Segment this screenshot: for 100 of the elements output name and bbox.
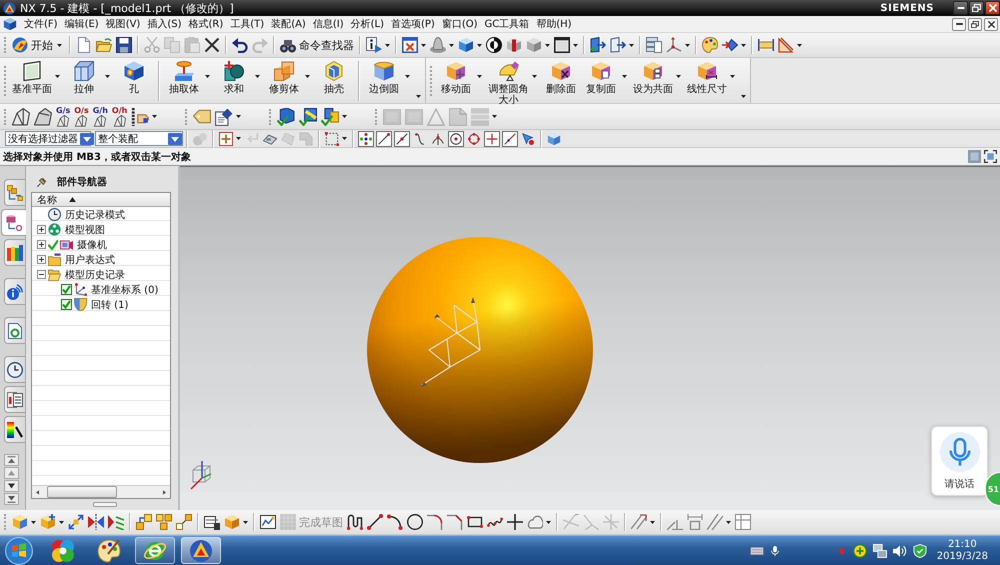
constraint-icon[interactable]: [631, 514, 647, 530]
scroll-top-icon[interactable]: [4, 454, 19, 466]
shell-button[interactable]: 抽壳: [314, 58, 354, 102]
dimension-icon[interactable]: [687, 514, 703, 530]
undo-icon[interactable]: [232, 37, 248, 53]
network-icon[interactable]: [872, 544, 887, 558]
caret-icon[interactable]: [532, 75, 537, 78]
caret-icon[interactable]: [385, 44, 390, 46]
folder-icon[interactable]: [96, 37, 112, 53]
move-face-button[interactable]: 移动面: [436, 58, 476, 102]
clock-time[interactable]: 21:10: [948, 538, 977, 550]
caret-icon[interactable]: [55, 75, 60, 78]
cube-plus-icon[interactable]: [40, 514, 56, 530]
pattern-icon[interactable]: [108, 514, 124, 530]
restore-button[interactable]: [968, 18, 982, 30]
cube-icon[interactable]: [3, 17, 17, 31]
layers-icon[interactable]: [646, 37, 662, 53]
caret-icon[interactable]: [741, 44, 746, 46]
blocks-icon[interactable]: [136, 514, 152, 530]
fit-window-icon[interactable]: [402, 37, 418, 53]
taskbar-button[interactable]: [135, 537, 175, 564]
column-header[interactable]: 名称: [32, 193, 170, 207]
datum-plane-button[interactable]: 基准平面: [10, 58, 54, 102]
circle-icon[interactable]: [407, 514, 423, 530]
info-icon[interactable]: [366, 37, 382, 53]
blocks-icon[interactable]: [156, 514, 172, 530]
menu-item[interactable]: 文件(F): [22, 17, 60, 31]
scroll-bottom-icon[interactable]: [4, 493, 19, 505]
select-plus-icon[interactable]: [219, 132, 233, 146]
set-square-icon[interactable]: [778, 37, 794, 53]
render-style-button[interactable]: O/s: [72, 106, 91, 128]
tree-item[interactable]: 模型视图: [65, 222, 105, 236]
render-style-button[interactable]: G/h: [90, 106, 110, 128]
volume-icon[interactable]: [892, 544, 907, 558]
caret-icon[interactable]: [492, 115, 498, 118]
expand-icon[interactable]: [37, 225, 46, 234]
splitter-handle[interactable]: [92, 502, 116, 507]
caret-icon[interactable]: [31, 520, 36, 524]
crosshair-icon[interactable]: [484, 130, 500, 146]
horizontal-scrollbar[interactable]: [32, 485, 170, 498]
caret-icon[interactable]: [546, 520, 551, 524]
line-icon[interactable]: [367, 514, 383, 530]
point-icon[interactable]: [507, 514, 523, 530]
close-button[interactable]: [984, 18, 998, 30]
tree-item[interactable]: 历史记录模式: [65, 208, 125, 222]
check-shape-icon[interactable]: [299, 108, 318, 126]
cloud-icon[interactable]: [527, 514, 543, 530]
render-style-button[interactable]: O/h: [110, 106, 130, 128]
caret-icon[interactable]: [730, 75, 735, 78]
caret-icon[interactable]: [105, 75, 110, 78]
type-filter-dropdown[interactable]: 没有选择过滤器: [5, 131, 91, 146]
caret-icon[interactable]: [236, 115, 242, 118]
check-shape-icon[interactable]: [277, 108, 296, 126]
taskbar-button[interactable]: [181, 537, 221, 564]
circle-center-icon[interactable]: [448, 130, 464, 146]
caret-icon[interactable]: [342, 115, 348, 118]
start-orb-icon[interactable]: [5, 536, 33, 564]
box-arrow-icon[interactable]: [610, 37, 626, 53]
caret-icon[interactable]: [405, 75, 410, 78]
diamond-arrow-icon[interactable]: [722, 37, 738, 53]
caret-icon[interactable]: [622, 75, 627, 78]
rectangle-icon[interactable]: [467, 514, 483, 530]
fillet-icon[interactable]: [427, 514, 443, 530]
expand-icon[interactable]: [37, 240, 46, 249]
caret-icon[interactable]: [676, 75, 681, 78]
close-button[interactable]: [985, 1, 1000, 15]
dome-icon[interactable]: [430, 37, 446, 53]
menu-item[interactable]: 首选项(P): [388, 17, 437, 31]
clock-date[interactable]: 2019/3/28: [936, 550, 988, 562]
menu-item[interactable]: 插入(S): [145, 17, 184, 31]
eraser-icon[interactable]: [263, 132, 277, 146]
caret-icon[interactable]: [255, 75, 260, 78]
make-coplanar-button[interactable]: 设为共面: [631, 58, 675, 102]
caret-icon[interactable]: [59, 520, 64, 524]
toolbar-options-icon[interactable]: [741, 95, 746, 98]
caret-icon[interactable]: [685, 44, 690, 46]
hole-button[interactable]: 孔: [114, 58, 154, 102]
blocks-icon[interactable]: [176, 514, 192, 530]
menu-item[interactable]: 信息(I): [310, 17, 346, 31]
fit-view-icon[interactable]: [984, 150, 997, 163]
caret-icon[interactable]: [797, 44, 802, 46]
sketch-icon[interactable]: [260, 514, 276, 530]
cube-icon[interactable]: [547, 132, 561, 146]
linear-dimension-button[interactable]: 线性尺寸: [685, 58, 729, 102]
keyboard-icon[interactable]: [750, 544, 764, 558]
menu-item[interactable]: 装配(A): [269, 17, 308, 31]
caret-icon[interactable]: [421, 44, 426, 46]
voice-input-button[interactable]: 请说话: [931, 426, 988, 496]
edge-blend-button[interactable]: 边倒圆: [364, 58, 404, 102]
line-endpoint-icon[interactable]: [376, 130, 392, 146]
restore-button[interactable]: [969, 1, 984, 15]
unite-button[interactable]: 求和: [214, 58, 254, 102]
tree-item[interactable]: 用户表达式: [65, 252, 115, 266]
line-point-icon[interactable]: [502, 130, 518, 146]
tree-item[interactable]: 基准坐标系 (0): [91, 282, 158, 296]
collapse-icon[interactable]: [37, 270, 46, 279]
ruler-icon[interactable]: [758, 37, 774, 53]
trim-body-button[interactable]: 修剪体: [264, 58, 304, 102]
menu-item[interactable]: GC工具箱: [482, 17, 532, 31]
shield-icon[interactable]: [912, 544, 927, 558]
